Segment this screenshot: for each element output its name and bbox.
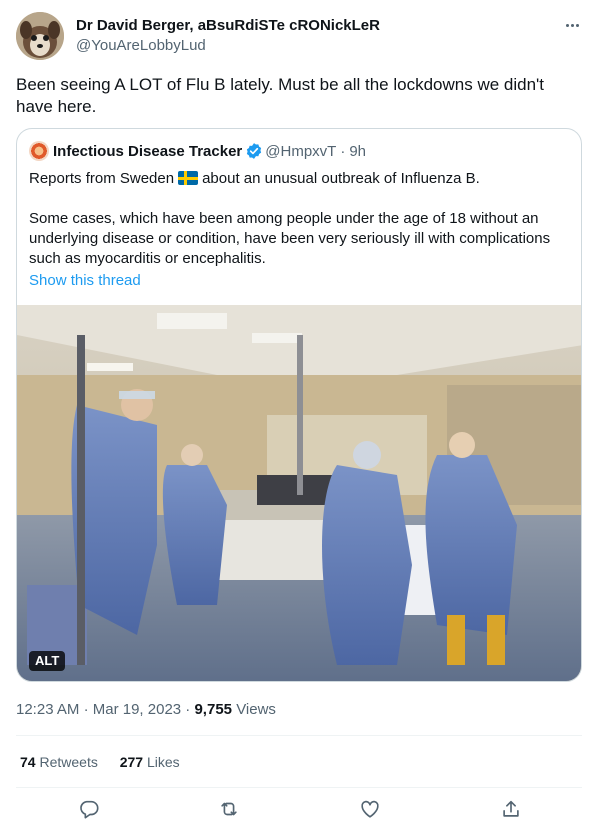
tweet-date[interactable]: Mar 19, 2023 — [93, 701, 181, 718]
quoted-author-avatar[interactable] — [29, 141, 49, 161]
retweets-stat[interactable]: 74 Retweets — [20, 754, 102, 770]
likes-count: 277 — [119, 754, 144, 770]
views-label: Views — [236, 701, 276, 718]
sweden-flag-icon — [178, 171, 199, 185]
reply-icon[interactable] — [78, 798, 100, 820]
tweet-stats: 74 Retweets 277 Likes — [20, 752, 180, 772]
tweet-header: Dr David Berger, aBsuRdiSTe cRONickLeR @… — [16, 12, 582, 60]
alt-badge[interactable]: ALT — [29, 651, 66, 671]
quoted-author-handle[interactable]: @HmpxvT — [265, 143, 336, 160]
quoted-separator: · — [340, 142, 346, 160]
likes-stat[interactable]: 277 Likes — [120, 754, 180, 770]
retweets-count: 74 — [20, 754, 36, 770]
quoted-tweet-header: Infectious Disease Tracker @HmpxvT · 9h — [29, 141, 366, 161]
meta-separator: · — [185, 701, 191, 718]
quoted-author-name[interactable]: Infectious Disease Tracker — [53, 143, 242, 160]
quoted-tweet[interactable]: Infectious Disease Tracker @HmpxvT · 9h … — [16, 128, 582, 682]
quoted-tweet-image[interactable]: ALT — [17, 305, 581, 681]
views-count: 9,755 — [194, 701, 233, 718]
meta-separator: · — [83, 701, 89, 718]
more-icon[interactable] — [562, 16, 582, 34]
action-bar — [16, 798, 582, 822]
author-avatar[interactable] — [16, 12, 64, 60]
quoted-tweet-text: Reports from Sweden about an unusual outb… — [29, 169, 569, 269]
retweet-icon[interactable] — [218, 798, 240, 820]
likes-label: Likes — [146, 754, 180, 770]
like-icon[interactable] — [359, 798, 381, 820]
quoted-text-paragraph2: Some cases, which have been among people… — [29, 210, 551, 267]
quoted-text-line1-before: Reports from Sweden — [29, 170, 175, 187]
author-handle[interactable]: @YouAreLobbyLud — [76, 36, 380, 56]
share-icon[interactable] — [500, 798, 522, 820]
quoted-timestamp[interactable]: 9h — [349, 143, 366, 160]
verified-badge-icon — [247, 143, 262, 159]
tweet-text: Been seeing A LOT of Flu B lately. Must … — [16, 75, 545, 116]
author-display-name[interactable]: Dr David Berger, aBsuRdiSTe cRONickLeR — [76, 16, 380, 36]
tweet-meta: 12:23 AM · Mar 19, 2023 · 9,755 Views — [16, 700, 276, 720]
tweet-time[interactable]: 12:23 AM — [16, 701, 79, 718]
divider — [16, 735, 582, 736]
retweets-label: Retweets — [39, 754, 98, 770]
quoted-text-line1-after: about an unusual outbreak of Influenza B… — [202, 170, 480, 187]
divider — [16, 787, 582, 788]
show-thread-link[interactable]: Show this thread — [29, 271, 141, 291]
